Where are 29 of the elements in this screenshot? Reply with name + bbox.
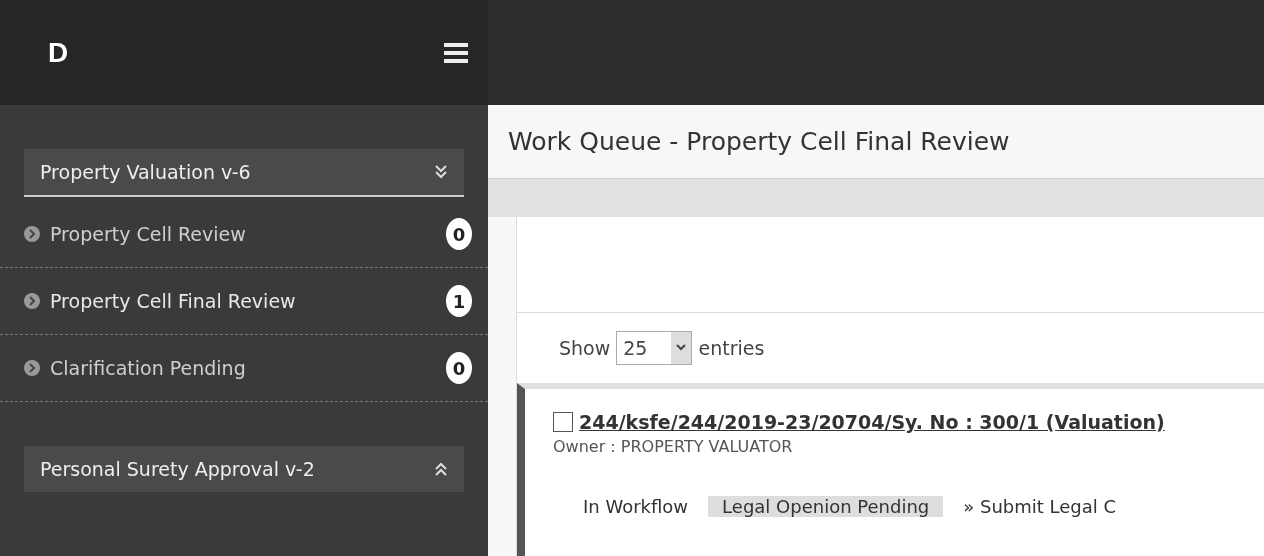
task-checkbox[interactable] bbox=[553, 412, 573, 432]
logo: D bbox=[48, 36, 69, 69]
sidebar-group-header[interactable]: Personal Surety Approval v-2 bbox=[24, 446, 464, 492]
sidebar-item[interactable]: Property Cell Final Review 1 bbox=[0, 268, 488, 335]
owner-label: Owner : bbox=[553, 437, 616, 456]
show-label: Show bbox=[559, 337, 611, 359]
caret-down-icon bbox=[671, 332, 692, 364]
sidebar-item[interactable]: Clarification Pending 0 bbox=[0, 335, 488, 402]
arrow-circle-icon bbox=[24, 293, 40, 309]
sidebar-item-label: Property Cell Review bbox=[50, 223, 246, 245]
double-chevron-down-icon bbox=[434, 164, 448, 180]
double-chevron-up-icon bbox=[434, 461, 448, 477]
menu-icon[interactable] bbox=[444, 42, 468, 63]
task-link[interactable]: 244/ksfe/244/2019-23/20704/Sy. No : 300/1 (Valuation) bbox=[579, 411, 1165, 433]
sidebar-item-label: Property Cell Final Review bbox=[50, 290, 296, 312]
owner-value: PROPERTY VALUATOR bbox=[620, 437, 793, 456]
count-badge: 0 bbox=[446, 352, 472, 384]
workflow-label: In Workflow bbox=[583, 496, 689, 517]
sidebar-item-label: Clarification Pending bbox=[50, 357, 246, 379]
sidebar-item[interactable]: Property Cell Review 0 bbox=[0, 201, 488, 268]
count-badge: 0 bbox=[446, 218, 472, 250]
action-link[interactable]: » Submit Legal C bbox=[963, 496, 1117, 517]
entries-select[interactable]: 25 bbox=[616, 331, 693, 365]
arrow-circle-icon bbox=[24, 360, 40, 376]
arrow-circle-icon bbox=[24, 226, 40, 242]
status-tag: Legal Openion Pending bbox=[708, 496, 944, 517]
sidebar-group-header[interactable]: Property Valuation v-6 bbox=[24, 149, 464, 197]
count-badge: 1 bbox=[446, 285, 472, 317]
entries-label: entries bbox=[698, 337, 765, 359]
